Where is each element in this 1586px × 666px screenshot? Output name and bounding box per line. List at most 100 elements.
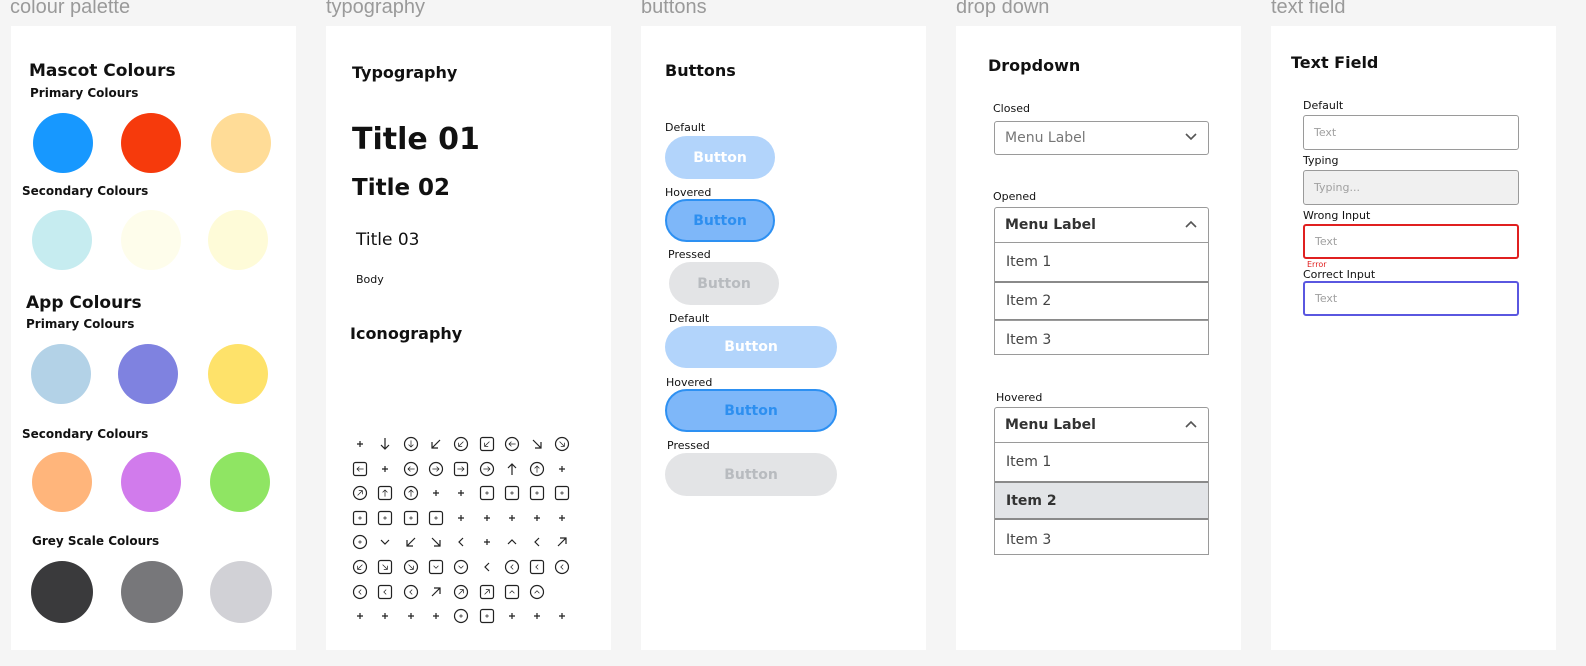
arrow-up-icon [504,461,520,477]
dropdown-opened-menu-label: Menu Label [1005,217,1096,233]
small-button-pressed[interactable]: Button [669,262,779,305]
chevrons-down-icon [377,534,393,550]
dropdown-item[interactable]: Item 1 [995,242,1208,281]
frame-label-dropdown: drop down [956,0,1050,18]
chevron-circle-down-left-icon [352,559,368,575]
dropdown-title: Dropdown [988,56,1081,75]
chevron-up-icon [1184,217,1198,233]
chevron-square-up-icon [504,584,520,600]
bookmark-x-icon [504,485,520,501]
bookmark-plus-icon [554,485,570,501]
arrow-left-square-icon [352,461,368,477]
colour-palette-frame: Mascot Colours Primary Colours Secondary… [11,26,296,650]
dropdown-item[interactable]: Item 3 [995,320,1208,359]
large-button-hovered[interactable]: Button [665,389,837,432]
large-button-pressed[interactable]: Button [665,453,837,496]
bookmark-icon [479,485,495,501]
dropdown-hovered-label: Hovered [996,391,1043,404]
text-field-wrong-input[interactable]: Text [1303,224,1519,259]
arrow-left-circle-icon [504,436,520,452]
chevrons-up-icon [504,534,520,550]
frame-label-buttons: buttons [641,0,707,18]
typography-title: Typography [352,63,458,82]
chevron-square-down-icon [428,559,444,575]
arrow-up-square-icon [377,485,393,501]
chevron-square-up-left-icon [377,584,393,600]
text-field-correct-label: Correct Input [1303,268,1376,281]
pie-chart-icon [504,510,520,526]
arrows-exchange-icon [352,436,368,452]
dropdown-hovered-menu-label: Menu Label [1005,417,1096,433]
chat-bubble-icon [529,510,545,526]
dropdown-item[interactable]: Item 3 [995,520,1208,559]
text-field-default[interactable]: Text [1303,115,1519,150]
typography-frame: Typography Title 01 Title 02 Title 03 Bo… [326,26,611,650]
chevron-left-circle-alt-icon [554,559,570,575]
app-secondary-label: Secondary Colours [22,427,149,441]
text-field-typing[interactable]: Typing... [1303,170,1519,205]
button-state-label: Default [665,121,706,134]
cloud-off-icon [377,608,393,624]
arrow-down-left-circle-icon [453,436,469,452]
text-field-title: Text Field [1291,53,1379,72]
text-field-wrong-label: Wrong Input [1303,209,1371,222]
swatch-mascot-primary-2 [121,113,181,173]
large-button-default[interactable]: Button [665,326,837,368]
text-field-correct-input[interactable]: Text [1303,281,1519,316]
swatch-grey-2 [121,561,183,623]
dropdown-closed-label: Closed [993,102,1030,115]
frame-label-colour-palette: colour palette [10,0,131,18]
small-button-default[interactable]: Button [665,136,775,179]
dropdown-item[interactable]: Item 2 [995,281,1208,320]
dropdown-opened-label: Opened [993,190,1037,203]
chevron-corner-up-right-alt-icon [428,584,444,600]
swatch-grey-1 [31,561,93,623]
dropdown-closed-menu-label: Menu Label [1005,130,1086,146]
bar-chart-icon [479,510,495,526]
mascot-colours-title: Mascot Colours [29,61,176,81]
chevron-left-icon [479,559,495,575]
chevron-circle-up-left-icon [352,584,368,600]
at-icon [428,485,444,501]
text-field-default-label: Default [1303,99,1344,112]
columns-icon [554,608,570,624]
calendar-off-icon [377,510,393,526]
arrow-up-right-circle-icon [352,485,368,501]
frame-label-text-field: text field [1271,0,1346,18]
chevron-corner-up-left-icon [529,534,545,550]
chevron-left-square-icon [529,559,545,575]
text-field-frame: Text Field Default Text Typing Typing...… [1271,26,1556,650]
dropdown-hovered[interactable]: Menu Label Item 1 Item 2 Item 3 [994,407,1209,555]
swatch-app-primary-3 [208,344,268,404]
title-02-sample: Title 02 [352,175,451,201]
chevrons-left-icon [453,534,469,550]
swatch-app-secondary-2 [121,452,181,512]
bell-icon [453,485,469,501]
chevron-square-down-right-icon [377,559,393,575]
cloud-upload-icon [403,608,419,624]
code-icon [428,608,444,624]
arrow-left-circle-alt-icon [403,461,419,477]
button-state-label: Hovered [665,186,712,199]
arrows-up-down-icon [554,461,570,477]
mascot-primary-label: Primary Colours [30,86,139,100]
dropdown-item[interactable]: Item 1 [995,442,1208,481]
chevron-circle-down-icon [453,559,469,575]
calendar-up-icon [403,510,419,526]
arrow-down-left-icon [428,436,444,452]
chevron-corner-down-left-icon [403,534,419,550]
swatch-mascot-secondary-1 [32,210,92,270]
arrow-down-right-icon [529,436,545,452]
chevron-square-up-right-icon [479,584,495,600]
chat-check-icon [554,510,570,526]
dropdown-closed[interactable]: Menu Label [994,121,1209,155]
campfire-icon [453,510,469,526]
grey-scale-label: Grey Scale Colours [32,534,160,548]
arrow-down-icon [377,436,393,452]
buttons-title: Buttons [665,61,736,80]
small-button-hovered[interactable]: Button [665,199,775,242]
dropdown-opened[interactable]: Menu Label Item 1 Item 2 Item 3 [994,207,1209,355]
iconography-title: Iconography [350,324,463,343]
calendar-x-icon [428,510,444,526]
dropdown-item-hovered[interactable]: Item 2 [995,481,1208,520]
